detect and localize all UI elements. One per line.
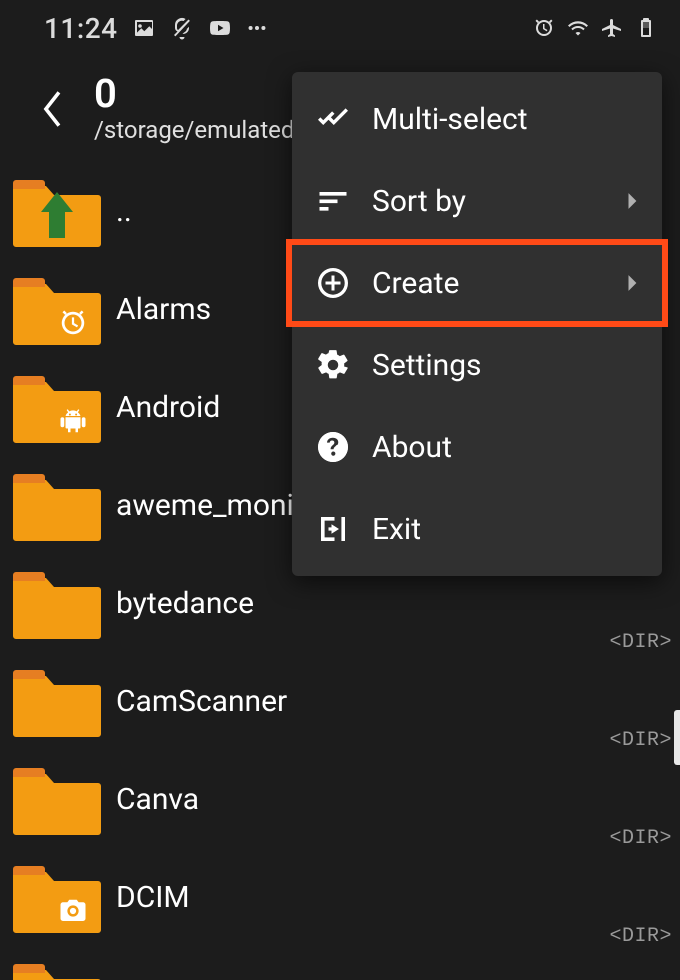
file-name: Canva (116, 782, 660, 817)
menu-label: Create (372, 266, 626, 301)
menu-settings[interactable]: Settings (292, 324, 662, 406)
youtube-icon (208, 16, 232, 40)
help-icon (314, 428, 352, 466)
menu-label: Multi-select (372, 102, 644, 137)
airplane-icon (600, 16, 624, 40)
status-left: 11:24 (44, 12, 268, 45)
up-arrow-icon (35, 190, 79, 242)
exit-icon (314, 510, 352, 548)
menu-sort-by[interactable]: Sort by (292, 160, 662, 242)
mute-icon (170, 16, 194, 40)
list-item[interactable]: CamScanner <DIR> (0, 652, 680, 750)
folder-count: 0 (94, 74, 294, 114)
file-name: DCIM (116, 880, 660, 915)
status-time: 11:24 (44, 12, 118, 45)
folder-icon (12, 270, 102, 348)
status-right (532, 16, 658, 40)
chevron-right-icon (626, 192, 644, 210)
alarm-icon (532, 16, 556, 40)
back-button[interactable] (30, 86, 76, 132)
list-item[interactable]: DCIM <DIR> (0, 848, 680, 946)
folder-icon (12, 662, 102, 740)
menu-label: Sort by (372, 184, 626, 219)
chevron-right-icon (626, 274, 644, 292)
status-bar: 11:24 (0, 0, 680, 56)
folder-icon (12, 760, 102, 838)
gear-icon (314, 346, 352, 384)
menu-exit[interactable]: Exit (292, 488, 662, 570)
folder-icon (12, 858, 102, 936)
dir-tag: <DIR> (609, 925, 672, 948)
folder-icon (12, 368, 102, 446)
camera-icon (58, 896, 88, 926)
battery-icon (634, 16, 658, 40)
overflow-menu: Multi-select Sort by Create Settings Abo… (292, 72, 662, 576)
menu-label: Exit (372, 512, 644, 547)
image-icon (132, 16, 156, 40)
menu-label: Settings (372, 348, 644, 383)
menu-multi-select[interactable]: Multi-select (292, 78, 662, 160)
folder-path: /storage/emulated (94, 116, 294, 144)
menu-label: About (372, 430, 644, 465)
folder-icon (12, 466, 102, 544)
menu-create[interactable]: Create (292, 242, 662, 324)
folder-icon (12, 564, 102, 642)
android-icon (58, 406, 88, 436)
folder-icon (12, 956, 102, 980)
dir-tag: <DIR> (609, 729, 672, 752)
list-item[interactable]: Download (0, 946, 680, 980)
sort-icon (314, 182, 352, 220)
scrollbar-thumb[interactable] (674, 710, 680, 765)
title-block: 0 /storage/emulated (94, 74, 294, 144)
file-name: bytedance (116, 586, 660, 621)
dir-tag: <DIR> (609, 827, 672, 850)
dir-tag: <DIR> (609, 631, 672, 654)
multi-select-icon (314, 100, 352, 138)
plus-circle-icon (314, 264, 352, 302)
list-item[interactable]: Canva <DIR> (0, 750, 680, 848)
more-icon (246, 17, 268, 39)
file-name: CamScanner (116, 684, 660, 719)
clock-icon (58, 308, 88, 338)
menu-about[interactable]: About (292, 406, 662, 488)
folder-icon (12, 172, 102, 250)
wifi-icon (566, 16, 590, 40)
